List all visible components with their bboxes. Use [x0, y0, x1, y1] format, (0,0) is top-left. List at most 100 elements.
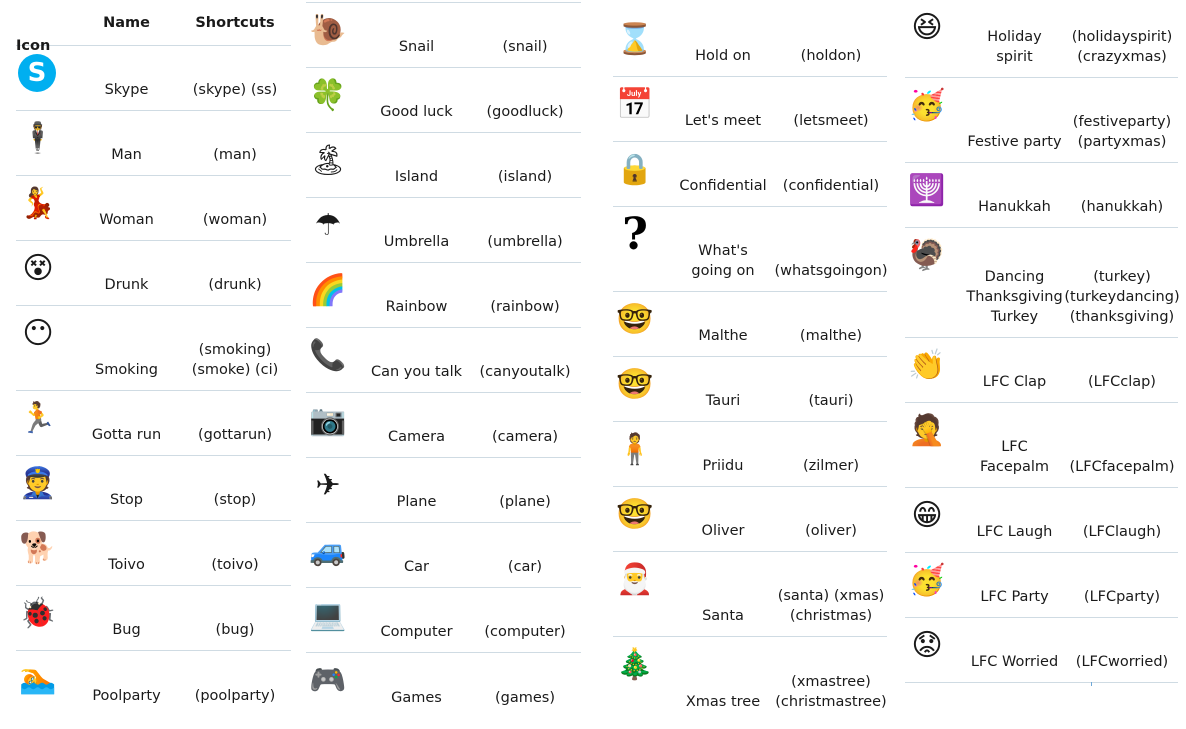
emoticon-shortcuts: (smoking) (smoke) (ci)	[191, 342, 279, 378]
emoticon-shortcuts: (holdon)	[800, 48, 862, 64]
emoticon-name: Dancing Thanksgiving Turkey	[966, 269, 1063, 325]
emoticon-name: Island	[394, 169, 439, 185]
table-row: 💻 Computer (computer)	[306, 588, 581, 653]
table-row: 🏃 Gotta run (gottarun)	[16, 391, 291, 456]
table-row: 🏊 Poolparty (poolparty)	[16, 651, 291, 716]
emoticon-shortcuts: (gottarun)	[198, 427, 272, 443]
skype-logo-icon: S	[18, 54, 56, 92]
emoticon-name: Man	[111, 147, 142, 163]
running-man-icon: 🏃	[19, 401, 57, 436]
pool-party-icon: 🏊	[19, 661, 57, 696]
emoticon-shortcuts: (goodluck)	[486, 104, 564, 120]
emoticon-name: Confidential	[679, 178, 767, 194]
emoticon-name: Tauri	[705, 393, 741, 409]
table-row: 🥳 Festive party (festiveparty) (partyxmas)	[905, 78, 1178, 163]
emoticon-name: Can you talk	[370, 364, 463, 380]
icon-cell: 🕴	[16, 111, 74, 175]
table-row: ⌛ Hold on (holdon)	[613, 12, 887, 77]
table-row: 👏 LFC Clap (LFCclap)	[905, 338, 1178, 403]
table-row: 📅 Let's meet (letsmeet)	[613, 77, 887, 142]
icon-cell: 🤓	[613, 357, 671, 421]
emoticon-shortcuts: (snail)	[502, 39, 548, 55]
car-icon: 🚙	[309, 533, 347, 568]
table-row: 🌈 Rainbow (rainbow)	[306, 263, 581, 328]
icon-cell: 🏊	[16, 651, 74, 716]
emoticon-table-column-4: 😆 Holiday spirit (holidayspirit) (crazyxma…	[905, 0, 1180, 683]
icon-cell: 🧍	[613, 422, 671, 486]
table-row: 😆 Holiday spirit (holidayspirit) (crazyxma…	[905, 0, 1178, 78]
emoticon-shortcuts: (bug)	[215, 622, 255, 638]
table-row: 🦃 Dancing Thanksgiving Turkey (turkey) (tu…	[905, 228, 1180, 338]
emoticon-table-column-1: Icon Name Shortcuts S Skype (skype) (ss) 🕴 M…	[16, 0, 291, 716]
lfc-laugh-emoticon-icon: 😁	[911, 498, 943, 533]
table-header-row: Icon Name Shortcuts	[16, 0, 291, 54]
emoticon-shortcuts: (LFCfacepalm)	[1069, 459, 1175, 475]
emoticon-name: Oliver	[701, 523, 745, 539]
smoking-emoticon-icon: 😶	[22, 316, 54, 351]
emoticon-name: Snail	[398, 39, 435, 55]
emoticon-name: LFC Clap	[982, 374, 1047, 390]
oliver-emoticon-icon: 🤓	[616, 497, 654, 532]
emoticon-name: Woman	[99, 212, 154, 228]
hourglass-icon: ⌛	[616, 22, 654, 57]
four-leaf-clover-icon: 🍀	[309, 78, 347, 113]
emoticon-shortcuts: (woman)	[202, 212, 268, 228]
emoticon-shortcuts: (letsmeet)	[793, 113, 869, 129]
emoticon-shortcuts: (car)	[507, 559, 543, 575]
emoticon-name: LFC Facepalm	[979, 439, 1050, 475]
emoticon-shortcuts: (LFClaugh)	[1082, 524, 1162, 540]
icon-cell: 😁	[905, 488, 963, 552]
table-row: 🤓 Tauri (tauri)	[613, 357, 887, 422]
table-row: 🎅 Santa (santa) (xmas) (christmas)	[613, 552, 887, 637]
icon-cell: 🚙	[306, 523, 364, 587]
emoticon-name: Hanukkah	[978, 199, 1051, 215]
emoticon-shortcuts: (hanukkah)	[1080, 199, 1164, 215]
emoticon-name: Stop	[110, 492, 143, 508]
table-row: 😁 LFC Laugh (LFClaugh)	[905, 488, 1178, 553]
emoticon-shortcuts: (toivo)	[211, 557, 259, 573]
icon-cell: 😟	[905, 618, 963, 682]
table-row: 📞 Can you talk (canyoutalk)	[306, 328, 581, 393]
table-row: 🥳 LFC Party (LFCparty)	[905, 553, 1178, 618]
phone-icon: 📞	[309, 338, 347, 373]
table-row: 🧍 Priidu (zilmer)	[613, 422, 887, 487]
table-row: 👮 Stop (stop)	[16, 456, 291, 521]
emoticon-shortcuts: (poolparty)	[194, 688, 276, 704]
emoticon-shortcuts: (rainbow)	[490, 299, 560, 315]
icon-cell: 🎮	[306, 653, 364, 718]
icon-cell: 🤓	[613, 292, 671, 356]
tauri-emoticon-icon: 🤓	[616, 367, 654, 402]
emoticon-name: LFC Worried	[970, 654, 1059, 670]
icon-cell: 👮	[16, 456, 74, 520]
emoticon-name: Toivo	[108, 557, 145, 573]
header-shortcuts: Shortcuts	[195, 14, 275, 31]
icon-cell: 😵	[16, 241, 74, 305]
emoticon-shortcuts: (confidential)	[782, 178, 880, 194]
icon-cell: 🐕	[16, 521, 74, 585]
malthe-emoticon-icon: 🤓	[616, 302, 654, 337]
scroll-indicator-mark	[1091, 682, 1092, 686]
emoticon-shortcuts: (umbrella)	[487, 234, 563, 250]
question-mark-icon: ?	[622, 209, 648, 260]
table-row: 😵 Drunk (drunk)	[16, 241, 291, 306]
column-2-rows: 🐌 Snail (snail) 🍀 Good luck (goodluck) 🏝 Island…	[306, 3, 581, 718]
icon-cell: 🤓	[613, 487, 671, 551]
emoticon-name: Rainbow	[385, 299, 448, 315]
table-row: ? What's going on (whatsgoingon)	[613, 207, 888, 292]
emoticon-name: Poolparty	[92, 688, 161, 704]
icon-cell: 👏	[905, 338, 963, 402]
icon-cell: 📷	[306, 393, 364, 457]
table-row: 😶 Smoking (smoking) (smoke) (ci)	[16, 306, 291, 391]
icon-cell: 🦃	[905, 228, 963, 337]
table-row: 🤓 Malthe (malthe)	[613, 292, 887, 357]
icon-cell: ?	[613, 207, 671, 291]
icon-cell: 🥳	[905, 553, 963, 617]
holiday-spirit-emoticon-icon: 😆	[911, 10, 943, 45]
emoticon-name: Computer	[380, 624, 453, 640]
emoticon-name: What's going on	[691, 243, 755, 279]
emoticon-name: Smoking	[94, 362, 159, 378]
icon-cell: 🏝	[306, 133, 364, 197]
emoticon-shortcuts: (drunk)	[208, 277, 262, 293]
table-row: 🔒 Confidential (confidential)	[613, 142, 887, 207]
icon-cell: 💻	[306, 588, 364, 652]
